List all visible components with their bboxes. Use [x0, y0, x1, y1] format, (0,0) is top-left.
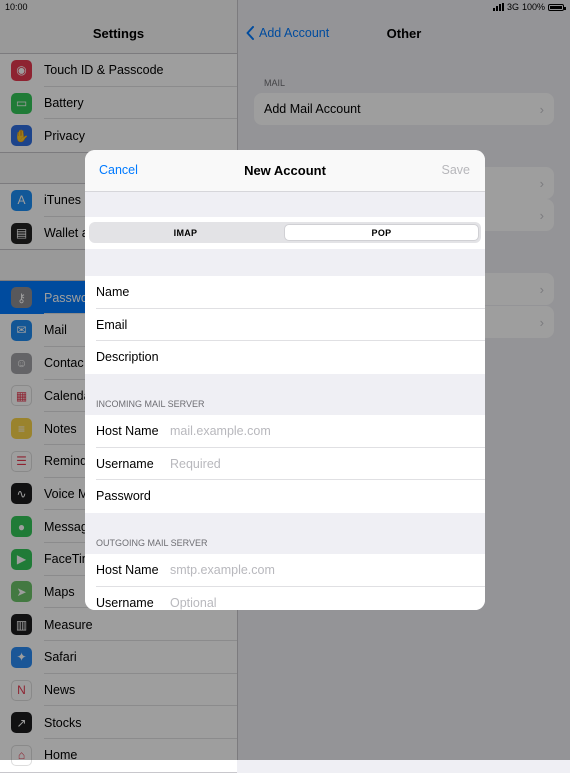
- name-field[interactable]: Name: [85, 276, 485, 309]
- incoming-mail-server-header: INCOMING MAIL SERVER: [96, 399, 205, 409]
- battery-icon: [548, 3, 566, 11]
- incoming-host-name-label: Host Name: [96, 424, 159, 439]
- incoming-password-label: Password: [96, 489, 151, 504]
- status-bar: 10:00 3G 100%: [0, 0, 570, 14]
- segment-pop[interactable]: POP: [284, 224, 479, 241]
- outgoing-server-group: Host Name smtp.example.com Username Opti…: [85, 554, 485, 610]
- incoming-host-name-field[interactable]: Host Name mail.example.com: [85, 415, 485, 448]
- name-label: Name: [96, 285, 130, 300]
- email-label: Email: [96, 317, 128, 332]
- battery-percent: 100%: [521, 2, 545, 12]
- status-time: 10:00: [5, 2, 28, 12]
- status-right: 3G 100%: [492, 2, 566, 12]
- description-label: Description: [96, 350, 159, 365]
- incoming-username-field[interactable]: Username Required: [85, 448, 485, 481]
- account-type-section: IMAP POP: [85, 217, 485, 249]
- incoming-server-group: Host Name mail.example.com Username Requ…: [85, 415, 485, 513]
- incoming-host-name-placeholder: mail.example.com: [170, 424, 271, 439]
- outgoing-mail-server-header: OUTGOING MAIL SERVER: [96, 538, 208, 548]
- incoming-username-placeholder: Required: [170, 456, 221, 471]
- modal-title: New Account: [244, 163, 326, 178]
- description-field[interactable]: Description: [85, 341, 485, 374]
- segment-imap[interactable]: IMAP: [89, 222, 282, 243]
- account-type-segmented-control: IMAP POP: [89, 222, 481, 243]
- incoming-username-label: Username: [96, 456, 154, 471]
- outgoing-host-name-label: Host Name: [96, 563, 159, 578]
- save-button[interactable]: Save: [442, 163, 471, 177]
- network-type: 3G: [506, 2, 519, 12]
- incoming-password-field[interactable]: Password: [85, 480, 485, 513]
- account-info-group: Name Email Description: [85, 276, 485, 374]
- new-account-modal: Cancel New Account Save IMAP POP Name Em…: [85, 150, 485, 610]
- modal-nav-bar: Cancel New Account Save: [85, 150, 485, 192]
- outgoing-host-name-field[interactable]: Host Name smtp.example.com: [85, 554, 485, 587]
- outgoing-username-field[interactable]: Username Optional: [85, 587, 485, 611]
- outgoing-username-label: Username: [96, 595, 154, 610]
- email-field[interactable]: Email: [85, 309, 485, 342]
- signal-icon: [492, 3, 504, 11]
- outgoing-host-name-placeholder: smtp.example.com: [170, 563, 275, 578]
- outgoing-username-placeholder: Optional: [170, 595, 217, 610]
